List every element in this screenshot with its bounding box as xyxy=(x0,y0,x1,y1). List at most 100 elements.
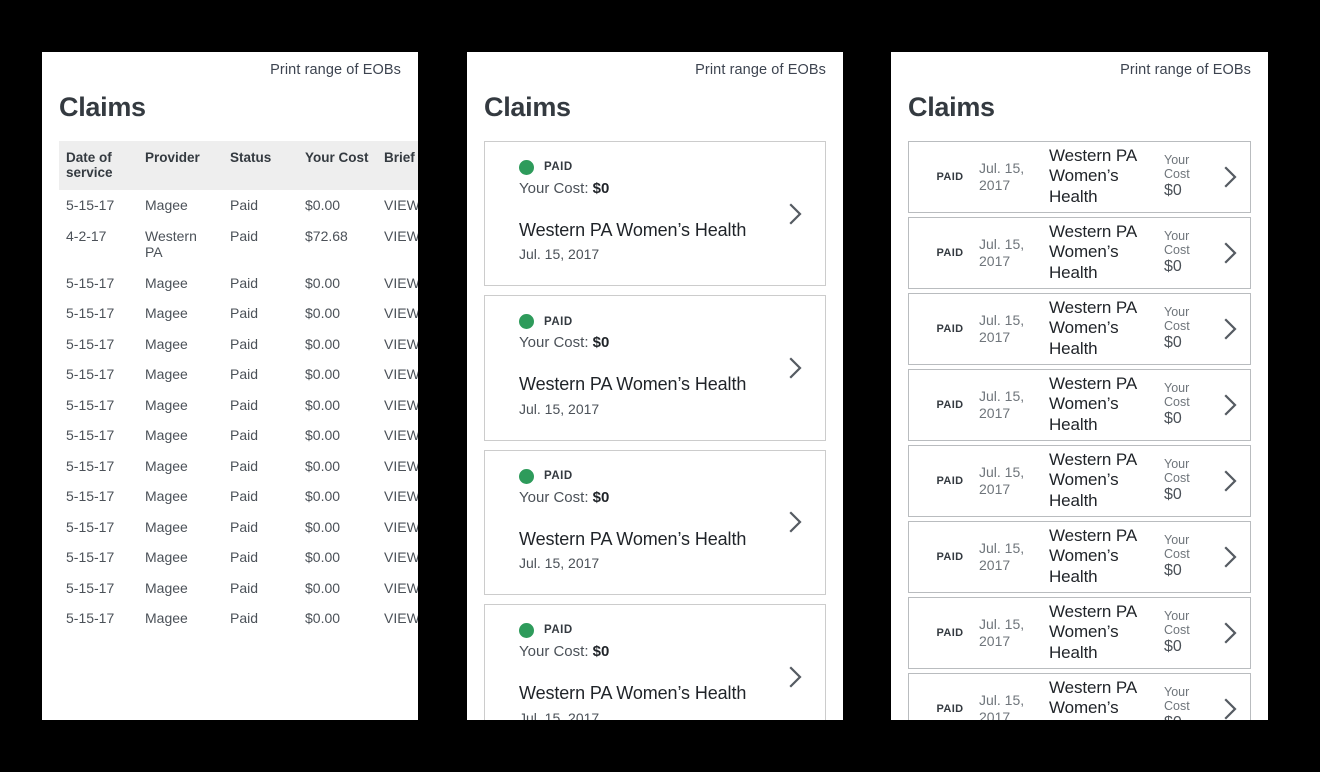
claim-date: Jul. 15, 2017 xyxy=(979,692,1025,720)
print-range-of-eobs-link[interactable]: Print range of EOBs xyxy=(908,52,1251,79)
your-cost: Your Cost$0 xyxy=(1164,305,1216,353)
chevron-right-icon[interactable] xyxy=(1224,166,1238,188)
claim-date: Jul. 15, 2017 xyxy=(979,312,1025,345)
cell-date-of-service: 5-15-17 xyxy=(66,579,115,596)
column-header-brief: Brief xyxy=(377,140,418,191)
chevron-right-icon[interactable] xyxy=(1224,622,1238,644)
cell-date-of-service: 5-15-17 xyxy=(66,457,115,474)
cell-provider: Magee xyxy=(145,457,188,474)
cell-date-of-service: 5-15-17 xyxy=(66,197,115,214)
cell-date-of-service: 5-15-17 xyxy=(66,274,115,291)
view-link[interactable]: VIEW xyxy=(377,512,418,543)
claim-row[interactable]: PAID Jul. 15, 2017 Western PA Women’s Heal… xyxy=(908,444,1251,517)
chevron-right-icon[interactable] xyxy=(1224,470,1238,492)
status-badge: PAID xyxy=(925,323,975,335)
your-cost-label: Your Cost: xyxy=(519,488,589,506)
chevron-right-icon[interactable] xyxy=(1224,242,1238,264)
page-title: Claims xyxy=(484,92,571,123)
your-cost: Your Cost$0 xyxy=(1164,229,1216,277)
status-label: PAID xyxy=(936,474,964,487)
your-cost: Your Cost$0 xyxy=(1164,153,1216,201)
chevron-right-icon[interactable] xyxy=(789,666,803,688)
status-badge: PAID xyxy=(519,314,805,330)
provider-name: Western PA Women’s Health xyxy=(1049,449,1137,511)
claims-rows-panel: Print range of EOBs Claims PAID Jul. 15, … xyxy=(891,52,1268,720)
status-badge: PAID xyxy=(925,703,975,715)
cell-provider: Magee xyxy=(145,610,188,627)
claim-card[interactable]: PAID Your Cost: $0 Western PA Women’s Heal… xyxy=(484,449,826,595)
cell-provider: Magee xyxy=(145,366,188,383)
cell-your-cost: $72.68 xyxy=(305,227,348,244)
table-row: 5-15-17 Magee Paid $0.00 VIEW xyxy=(59,190,418,221)
cell-provider: Western PA xyxy=(145,227,197,261)
your-cost: Your Cost$0 xyxy=(1164,533,1216,581)
print-range-of-eobs-link[interactable]: Print range of EOBs xyxy=(484,52,826,79)
claim-row[interactable]: PAID Jul. 15, 2017 Western PA Women’s Heal… xyxy=(908,672,1251,720)
chevron-right-icon[interactable] xyxy=(1224,698,1238,720)
your-cost-line: Your Cost: $0 xyxy=(519,489,805,507)
provider-name: Western PA Women’s Health xyxy=(1049,297,1137,359)
chevron-right-icon[interactable] xyxy=(789,357,803,379)
chevron-right-icon[interactable] xyxy=(1224,318,1238,340)
provider-name: Western PA Women’s Health xyxy=(519,682,747,703)
chevron-right-icon[interactable] xyxy=(789,511,803,533)
cell-provider: Magee xyxy=(145,427,188,444)
cell-provider: Magee xyxy=(145,518,188,535)
claim-card[interactable]: PAID Your Cost: $0 Western PA Women’s Heal… xyxy=(484,295,826,441)
chevron-right-icon[interactable] xyxy=(1224,546,1238,568)
your-cost-value: $0 xyxy=(592,179,610,197)
print-range-of-eobs-link[interactable]: Print range of EOBs xyxy=(59,52,401,79)
status-label: PAID xyxy=(936,398,964,411)
status-badge: PAID xyxy=(519,468,805,484)
claim-date: Jul. 15, 2017 xyxy=(519,709,600,720)
view-link[interactable]: VIEW xyxy=(377,190,418,221)
your-cost-label: Your Cost: xyxy=(519,179,589,197)
view-link[interactable]: VIEW xyxy=(377,268,418,299)
status-label: PAID xyxy=(936,550,964,563)
cell-status: Paid xyxy=(230,488,259,505)
cell-provider: Magee xyxy=(145,335,188,352)
status-dot-icon xyxy=(519,468,534,484)
view-link[interactable]: VIEW xyxy=(377,298,418,329)
view-link[interactable]: VIEW xyxy=(377,451,418,482)
chevron-right-icon[interactable] xyxy=(789,202,803,225)
claim-card[interactable]: PAID Your Cost: $0 Western PA Women’s Heal… xyxy=(484,603,826,720)
cell-date-of-service: 5-15-17 xyxy=(66,488,115,505)
your-cost-value: $0 xyxy=(1164,714,1216,720)
claim-row[interactable]: PAID Jul. 15, 2017 Western PA Women’s Heal… xyxy=(908,596,1251,669)
view-link[interactable]: VIEW xyxy=(377,329,418,360)
status-label: PAID xyxy=(936,626,964,639)
your-cost-value: $0 xyxy=(1164,638,1182,656)
table-row: 5-15-17 Magee Paid $0.00 VIEW xyxy=(59,329,418,360)
your-cost-label: Your Cost xyxy=(1164,304,1190,334)
claim-row[interactable]: PAID Jul. 15, 2017 Western PA Women’s Heal… xyxy=(908,520,1251,593)
your-cost-label: Your Cost xyxy=(1164,456,1190,486)
cell-status: Paid xyxy=(230,335,259,352)
claims-cards-list: PAID Your Cost: $0 Western PA Women’s Heal… xyxy=(484,140,826,720)
view-link[interactable]: VIEW xyxy=(377,573,418,604)
claim-row[interactable]: PAID Jul. 15, 2017 Western PA Women’s Heal… xyxy=(908,292,1251,365)
view-link[interactable]: VIEW xyxy=(377,542,418,573)
claim-row[interactable]: PAID Jul. 15, 2017 Western PA Women’s Heal… xyxy=(908,140,1251,213)
claim-row[interactable]: PAID Jul. 15, 2017 Western PA Women’s Heal… xyxy=(908,368,1251,441)
your-cost-label: Your Cost xyxy=(1164,608,1190,638)
status-label: PAID xyxy=(936,322,964,335)
claim-row[interactable]: PAID Jul. 15, 2017 Western PA Women’s Heal… xyxy=(908,216,1251,289)
page-title: Claims xyxy=(908,92,995,123)
view-link[interactable]: VIEW xyxy=(377,390,418,421)
claim-card[interactable]: PAID Your Cost: $0 Western PA Women’s Heal… xyxy=(484,140,826,287)
page-title: Claims xyxy=(59,92,146,123)
view-link[interactable]: VIEW xyxy=(377,221,418,268)
chevron-right-icon[interactable] xyxy=(1224,394,1238,416)
cell-status: Paid xyxy=(230,396,259,413)
view-link[interactable]: VIEW xyxy=(377,481,418,512)
cell-your-cost: $0.00 xyxy=(305,579,341,596)
provider-name: Western PA Women’s Health xyxy=(1049,601,1137,663)
cell-status: Paid xyxy=(230,366,259,383)
cell-provider: Magee xyxy=(145,549,188,566)
view-link[interactable]: VIEW xyxy=(377,420,418,451)
cell-your-cost: $0.00 xyxy=(305,305,341,322)
view-link[interactable]: VIEW xyxy=(377,359,418,390)
view-link[interactable]: VIEW xyxy=(377,603,418,634)
provider-name: Western PA Women’s Health xyxy=(519,374,747,395)
